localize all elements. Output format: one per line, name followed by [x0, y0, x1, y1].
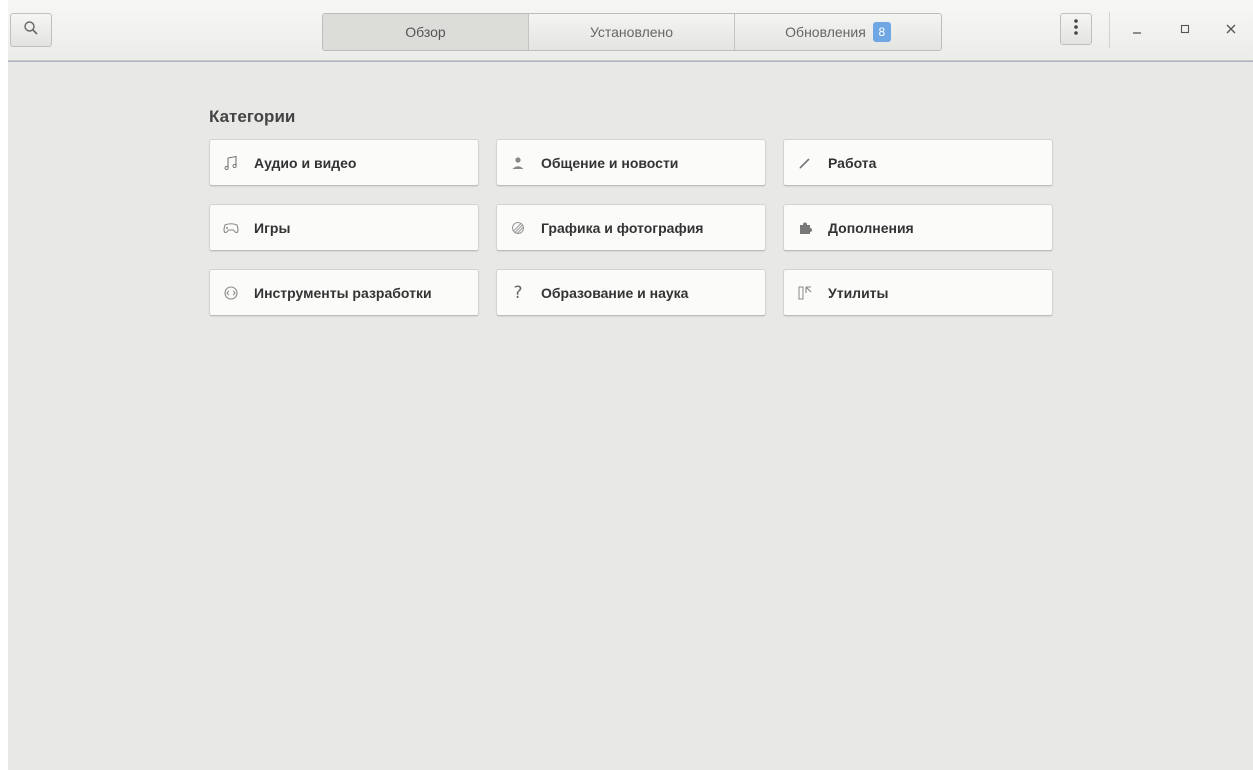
- search-button[interactable]: [10, 13, 52, 47]
- category-label: Игры: [254, 219, 291, 236]
- category-addons[interactable]: Дополнения: [783, 204, 1053, 251]
- menu-button[interactable]: [1060, 13, 1092, 45]
- vertical-dots-icon: [1074, 18, 1078, 40]
- tab-overview[interactable]: Обзор: [323, 14, 529, 50]
- category-label: Дополнения: [828, 219, 914, 236]
- close-button[interactable]: [1216, 16, 1246, 46]
- category-work[interactable]: Работа: [783, 139, 1053, 186]
- category-label: Аудио и видео: [254, 154, 357, 171]
- maximize-icon: [1179, 22, 1191, 40]
- tab-installed[interactable]: Установлено: [529, 14, 735, 50]
- view-switcher: Обзор Установлено Обновления 8: [322, 13, 942, 51]
- minimize-button[interactable]: [1122, 16, 1152, 46]
- category-games[interactable]: Игры: [209, 204, 479, 251]
- category-label: Общение и новости: [541, 154, 679, 171]
- main-content: Категории Аудио и видео Общение и новост…: [8, 62, 1253, 770]
- puzzle-icon: [796, 219, 814, 237]
- tab-updates[interactable]: Обновления 8: [735, 14, 941, 50]
- person-icon: [509, 154, 527, 172]
- tab-label: Обновления: [785, 24, 866, 40]
- app-window: Обзор Установлено Обновления 8 Категории…: [8, 0, 1253, 770]
- header-bar: Обзор Установлено Обновления 8: [8, 0, 1253, 61]
- close-icon: [1225, 22, 1237, 40]
- search-icon: [23, 20, 39, 41]
- header-separator: [1109, 12, 1110, 48]
- category-communication-news[interactable]: Общение и новости: [496, 139, 766, 186]
- tab-label: Установлено: [589, 24, 674, 40]
- minimize-icon: [1131, 22, 1143, 40]
- category-label: Работа: [828, 154, 877, 171]
- category-graphics-photography[interactable]: Графика и фотография: [496, 204, 766, 251]
- category-audio-video[interactable]: Аудио и видео: [209, 139, 479, 186]
- section-title: Категории: [209, 107, 296, 126]
- question-icon: ?: [513, 282, 523, 303]
- category-education-science[interactable]: ? Образование и наука: [496, 269, 766, 316]
- category-label: Утилиты: [828, 284, 889, 301]
- category-developer-tools[interactable]: Инструменты разработки: [209, 269, 479, 316]
- pencil-icon: [796, 154, 814, 172]
- maximize-button[interactable]: [1170, 16, 1200, 46]
- category-label: Образование и наука: [541, 284, 689, 301]
- category-label: Графика и фотография: [541, 219, 704, 236]
- gamepad-icon: [222, 219, 240, 237]
- music-note-icon: [222, 154, 240, 172]
- utilities-icon: [796, 284, 814, 302]
- updates-count-badge: 8: [872, 22, 891, 42]
- graphics-icon: [509, 219, 527, 237]
- category-utilities[interactable]: Утилиты: [783, 269, 1053, 316]
- category-label: Инструменты разработки: [254, 284, 432, 301]
- code-icon: [222, 284, 240, 302]
- tab-label: Обзор: [405, 24, 446, 40]
